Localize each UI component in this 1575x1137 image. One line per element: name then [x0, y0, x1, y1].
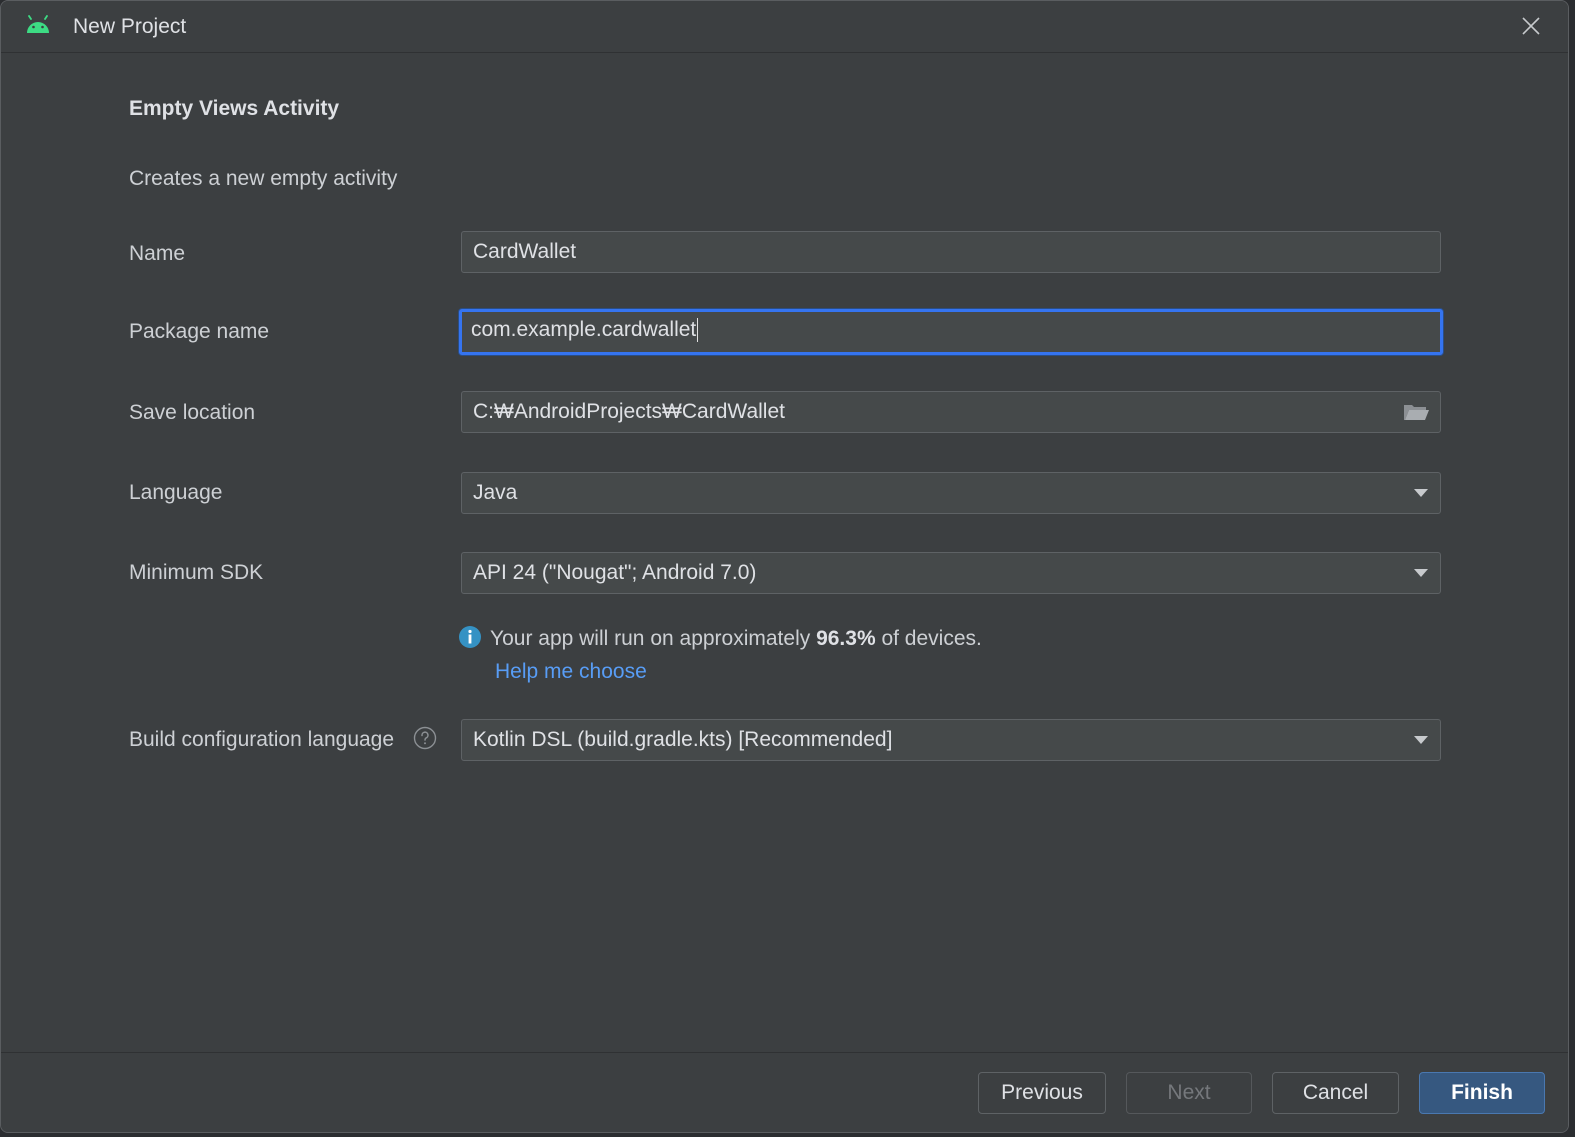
package-name-field[interactable]: com.example.cardwallet — [459, 309, 1443, 355]
chevron-down-icon — [1414, 569, 1428, 577]
close-icon[interactable] — [1520, 15, 1542, 37]
language-label: Language — [129, 481, 223, 504]
name-field[interactable]: CardWallet — [461, 231, 1441, 273]
text-caret — [697, 318, 699, 343]
help-me-choose-link[interactable]: Help me choose — [495, 660, 647, 684]
new-project-dialog: New Project Empty Views Activity Creates… — [0, 0, 1569, 1133]
package-name-label: Package name — [129, 320, 270, 343]
chevron-down-icon — [1414, 489, 1428, 497]
build-config-value: Kotlin DSL (build.gradle.kts) [Recommend… — [473, 728, 893, 751]
folder-icon[interactable] — [1402, 401, 1430, 423]
build-config-dropdown[interactable]: Kotlin DSL (build.gradle.kts) [Recommend… — [461, 719, 1441, 761]
save-location-label: Save location — [129, 401, 256, 424]
finish-button[interactable]: Finish — [1419, 1072, 1545, 1114]
sdk-info-suffix: of devices. — [875, 627, 982, 650]
sdk-coverage-info: Your app will run on approximately 96.3%… — [458, 625, 982, 651]
android-icon — [27, 15, 49, 33]
chevron-down-icon — [1414, 736, 1428, 744]
save-location-field[interactable]: C:₩AndroidProjects₩CardWallet — [461, 391, 1441, 433]
name-value: CardWallet — [473, 240, 577, 263]
build-config-label: Build configuration language — [129, 728, 395, 751]
info-icon — [459, 626, 481, 648]
minimum-sdk-label: Minimum SDK — [129, 561, 264, 584]
question-icon[interactable] — [413, 726, 437, 750]
next-button[interactable]: Next — [1126, 1072, 1252, 1114]
language-value: Java — [473, 481, 518, 504]
save-location-value: C:₩AndroidProjects₩CardWallet — [473, 400, 785, 423]
dialog-title: New Project — [73, 15, 187, 38]
minimum-sdk-dropdown[interactable]: API 24 ("Nougat"; Android 7.0) — [461, 552, 1441, 594]
package-name-value: com.example.cardwallet — [471, 318, 697, 341]
name-label: Name — [129, 242, 186, 265]
template-heading: Empty Views Activity — [129, 97, 340, 120]
template-description: Creates a new empty activity — [129, 167, 398, 190]
cancel-button[interactable]: Cancel — [1272, 1072, 1399, 1114]
sdk-info-prefix: Your app will run on approximately — [490, 627, 817, 650]
title-bar: New Project — [1, 1, 1568, 53]
minimum-sdk-value: API 24 ("Nougat"; Android 7.0) — [473, 561, 757, 584]
previous-button[interactable]: Previous — [978, 1072, 1106, 1114]
language-dropdown[interactable]: Java — [461, 472, 1441, 514]
sdk-info-percent: 96.3% — [816, 627, 876, 650]
